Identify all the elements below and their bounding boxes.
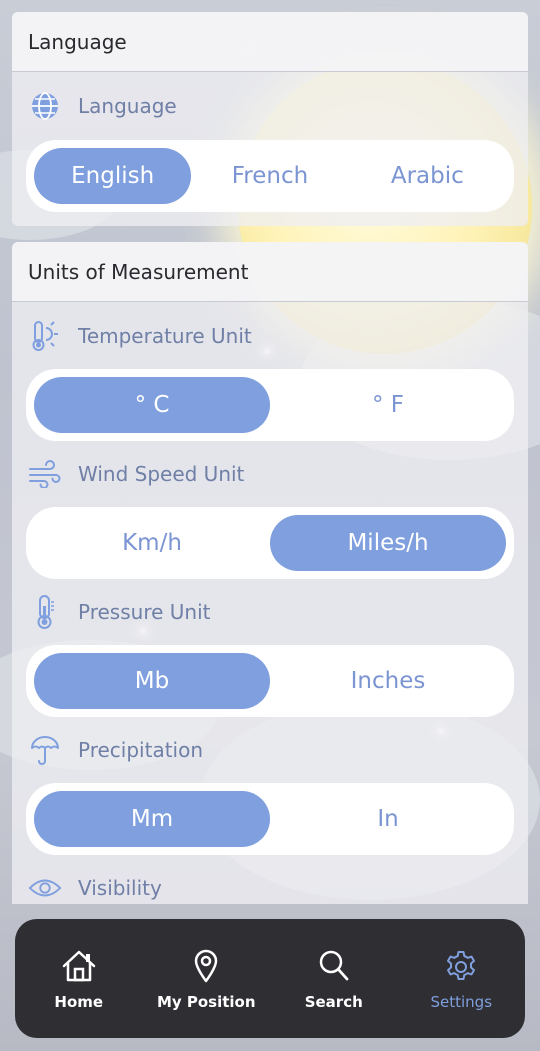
precipitation-selector: Mm In: [26, 783, 514, 855]
eye-icon: [28, 871, 62, 905]
precipitation-row: Precipitation: [28, 733, 203, 767]
units-panel: Units of Measurement Temperature Unit ° …: [12, 242, 528, 904]
temperature-unit-label: Temperature Unit: [78, 324, 252, 348]
thermometer-icon: [28, 595, 62, 629]
search-icon: [318, 947, 350, 985]
nav-home[interactable]: Home: [19, 947, 139, 1011]
temperature-selector: ° C ° F: [26, 369, 514, 441]
pressure-unit-label: Pressure Unit: [78, 600, 211, 624]
home-icon: [61, 947, 97, 985]
visibility-label: Visibility: [78, 876, 162, 900]
wind-icon: [28, 457, 62, 491]
wind-option-kmh[interactable]: Km/h: [34, 515, 270, 571]
visibility-row: Visibility: [28, 871, 162, 905]
temperature-row: Temperature Unit: [28, 319, 252, 353]
pressure-option-inches[interactable]: Inches: [270, 653, 506, 709]
language-option-english[interactable]: English: [34, 148, 192, 204]
wind-speed-unit-label: Wind Speed Unit: [78, 462, 245, 486]
language-option-arabic[interactable]: Arabic: [349, 148, 506, 204]
thermometer-sun-icon: [28, 319, 62, 353]
nav-search-label: Search: [304, 992, 363, 1011]
wind-speed-selector: Km/h Miles/h: [26, 507, 514, 579]
language-selector: English French Arabic: [26, 140, 514, 212]
location-pin-icon: [193, 947, 219, 985]
precipitation-option-mm[interactable]: Mm: [34, 791, 270, 847]
pressure-option-mb[interactable]: Mb: [34, 653, 270, 709]
umbrella-icon: [28, 733, 62, 767]
wind-option-milesh[interactable]: Miles/h: [270, 515, 506, 571]
nav-my-position[interactable]: My Position: [146, 947, 266, 1011]
temperature-option-fahrenheit[interactable]: ° F: [270, 377, 506, 433]
language-panel: Language Language English French Arabic: [12, 12, 528, 226]
globe-icon: [28, 89, 62, 123]
nav-settings-label: Settings: [430, 992, 493, 1011]
nav-search[interactable]: Search: [274, 947, 394, 1011]
gear-icon: [444, 947, 478, 985]
wind-row: Wind Speed Unit: [28, 457, 244, 491]
nav-settings[interactable]: Settings: [401, 947, 521, 1011]
nav-my-position-label: My Position: [156, 992, 256, 1011]
language-row: Language: [28, 89, 177, 123]
temperature-option-celsius[interactable]: ° C: [34, 377, 270, 433]
pressure-row: Pressure Unit: [28, 595, 210, 629]
units-section-header: Units of Measurement: [12, 242, 528, 302]
precipitation-option-in[interactable]: In: [270, 791, 506, 847]
precipitation-label: Precipitation: [78, 738, 204, 762]
language-section-header: Language: [12, 12, 528, 72]
nav-home-label: Home: [54, 992, 104, 1011]
language-option-french[interactable]: French: [191, 148, 348, 204]
pressure-selector: Mb Inches: [26, 645, 514, 717]
bottom-nav: Home My Position Search Settings: [15, 919, 525, 1038]
language-label: Language: [78, 94, 177, 118]
